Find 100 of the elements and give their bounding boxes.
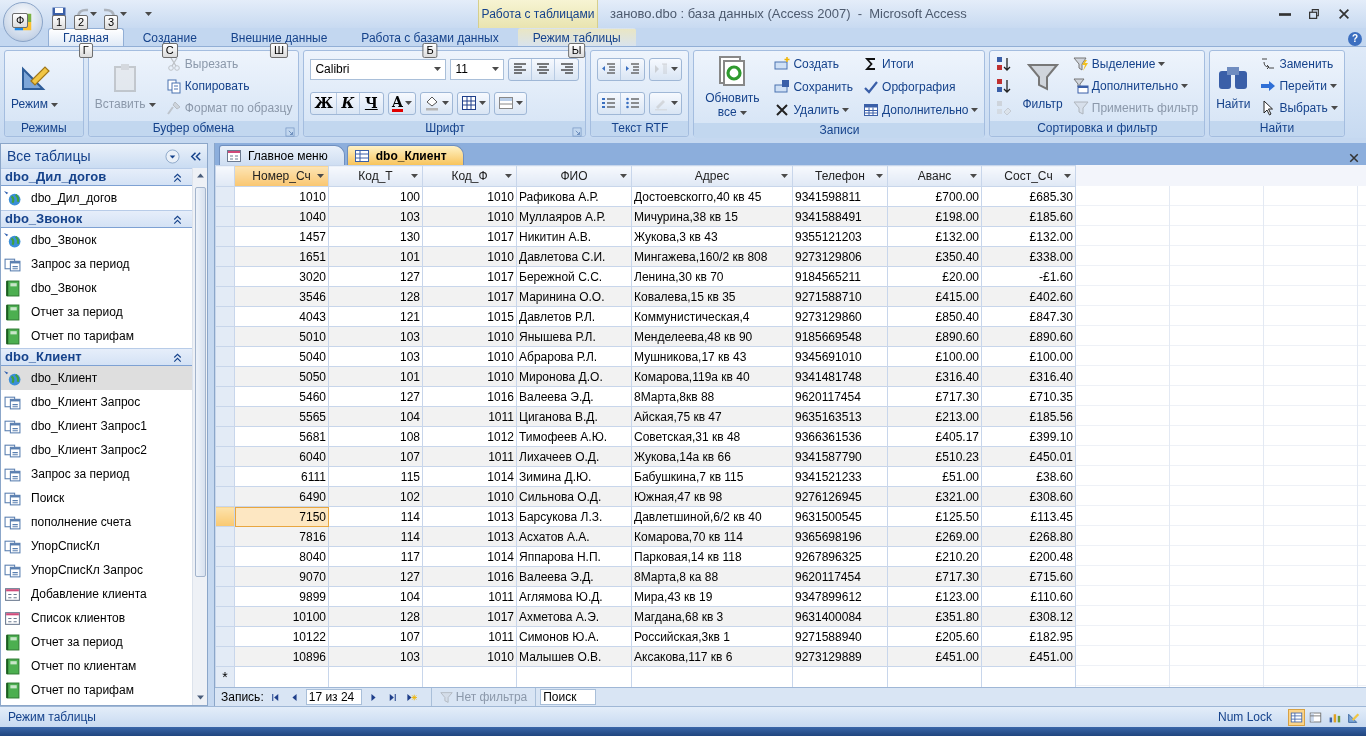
ribbon-button[interactable]: Перейти <box>1258 76 1340 96</box>
dropdown-arrow-icon <box>51 102 59 107</box>
ribbon-button[interactable]: Дополнительно <box>1070 76 1201 96</box>
table-cell: £20.00 <box>887 266 982 287</box>
table-cell: 9341598811 <box>792 186 888 207</box>
table-cell: £100.00 <box>981 346 1076 367</box>
table-cell: £210.20 <box>887 546 982 567</box>
document-tab[interactable]: dbo_Клиент <box>346 145 464 165</box>
ribbon-button[interactable]: Режим <box>9 59 61 113</box>
format-button[interactable]: К <box>336 92 360 114</box>
column-header[interactable]: Номер_Сч <box>234 165 329 187</box>
office-button[interactable]: Ф <box>3 2 43 42</box>
align-center-icon <box>535 61 552 77</box>
table-cell: 8040 <box>234 546 329 567</box>
font-name-field[interactable]: Calibri <box>310 58 447 80</box>
table-cell: 127 <box>328 266 423 287</box>
close-icon <box>1348 151 1360 164</box>
table-cell: Давлетов Р.Л. <box>516 306 632 327</box>
ribbon-button[interactable]: Выделение <box>1070 54 1201 74</box>
column-header[interactable]: Аванс <box>887 165 982 187</box>
table-cell: 5460 <box>234 386 329 407</box>
group-label: Шрифт <box>304 121 586 136</box>
group-label: Найти <box>1210 121 1344 136</box>
table-cell: Тимофеев А.Ю. <box>516 426 632 447</box>
table-cell: £125.50 <box>887 506 982 527</box>
dropdown-arrow-icon <box>620 174 627 178</box>
dropdown-arrow-icon <box>671 67 679 71</box>
linked-table-icon <box>4 369 21 387</box>
table-cell: Коммунистическая,4 <box>631 306 793 327</box>
column-header[interactable]: Адрес <box>631 165 793 187</box>
group-header[interactable]: dbo_Клиент <box>1 348 192 366</box>
font-size-field[interactable]: 11 <box>450 58 505 80</box>
table-cell: 5040 <box>234 346 329 367</box>
report-icon <box>4 327 21 345</box>
table-cell: Зимина Д.Ю. <box>516 466 632 487</box>
ribbon-button[interactable]: Копировать <box>163 76 295 96</box>
indent-icon <box>624 61 641 77</box>
table-cell: 9345691010 <box>792 346 888 367</box>
table-cell: 9620117454 <box>792 386 888 407</box>
group-label: Сортировка и фильтр <box>990 121 1205 136</box>
table-cell: £51.00 <box>887 466 982 487</box>
record-number-field[interactable]: 17 из 24 <box>305 689 362 705</box>
table-cell: 103 <box>328 346 423 367</box>
delete-icon <box>774 101 791 118</box>
ribbon-tab[interactable]: Работа с базами данных <box>346 28 514 46</box>
column-header[interactable]: Код_Ф <box>422 165 517 187</box>
table-icon <box>1290 710 1303 724</box>
dropdown-arrow-icon <box>434 67 442 71</box>
column-header[interactable]: Сост_Сч <box>981 165 1076 187</box>
ribbon-button[interactable]: Сохранить <box>772 77 856 97</box>
report-icon <box>4 681 21 699</box>
document-tab[interactable]: Главное меню <box>219 145 345 165</box>
selection-filter-icon <box>1072 56 1089 72</box>
table-cell: 9366361536 <box>792 426 888 447</box>
format-button[interactable]: Ч <box>359 92 383 114</box>
grid-icon <box>461 95 478 111</box>
new-row-marker: * <box>215 666 235 689</box>
ribbon-tab[interactable]: Главная <box>48 28 124 46</box>
keytip: Ш <box>270 43 289 58</box>
table-cell: 1014 <box>422 546 517 567</box>
column-header[interactable]: ФИО <box>516 165 632 187</box>
sort-descending-icon <box>996 78 1013 94</box>
format-button[interactable]: А <box>388 92 416 114</box>
first-record-icon <box>269 691 281 703</box>
ribbon-button[interactable]: Создать <box>772 54 856 75</box>
dropdown-arrow-icon <box>411 174 418 178</box>
column-header[interactable]: Код_Т <box>328 165 423 187</box>
format-button[interactable]: Ж <box>311 92 337 114</box>
group-label: Записи <box>694 123 985 138</box>
ribbon-button[interactable]: Обновить все <box>698 53 767 121</box>
table-cell: 1011 <box>422 626 517 647</box>
ribbon-button[interactable]: Найти <box>1214 59 1253 113</box>
scrollbar[interactable] <box>192 168 207 705</box>
ribbon-button[interactable]: Удалить <box>772 99 856 120</box>
pivot-table-icon <box>1309 710 1322 724</box>
group-header[interactable]: dbo_Звонок <box>1 210 192 228</box>
table-cell: Валеева Э.Д. <box>516 386 632 407</box>
table-cell: 1017 <box>422 226 517 247</box>
table-cell: £710.35 <box>981 386 1076 407</box>
column-header[interactable]: Телефон <box>792 165 888 187</box>
ribbon-tab[interactable]: Режим таблицы <box>517 28 636 46</box>
ribbon-button[interactable]: Выбрать <box>1258 98 1340 118</box>
keytip-tooltip: 3 <box>104 15 119 30</box>
ribbon-button[interactable]: Заменить <box>1258 54 1340 74</box>
search-field[interactable]: Поиск <box>540 689 597 705</box>
group-label: Режимы <box>5 121 83 136</box>
table-cell: Абрарова Р.Л. <box>516 346 632 367</box>
nav-item[interactable]: dbo_Клиент <box>1 366 192 390</box>
ribbon-tab[interactable]: Внешние данные <box>215 28 343 46</box>
dropdown-arrow-icon <box>1064 174 1071 178</box>
group-header[interactable]: dbo_Дил_догов <box>1 168 192 186</box>
ribbon-button[interactable]: Фильтр <box>1020 59 1065 113</box>
table-cell: 115 <box>328 466 423 487</box>
table-icon <box>863 101 880 118</box>
ribbon-button[interactable]: Итоги <box>861 54 981 75</box>
ribbon-button[interactable]: Дополнительно <box>861 99 981 120</box>
table-cell: 9271588940 <box>792 626 888 647</box>
ribbon-button[interactable]: Орфография <box>861 77 981 97</box>
ribbon-tab[interactable]: Создание <box>127 28 212 46</box>
view-button[interactable] <box>1288 708 1305 726</box>
